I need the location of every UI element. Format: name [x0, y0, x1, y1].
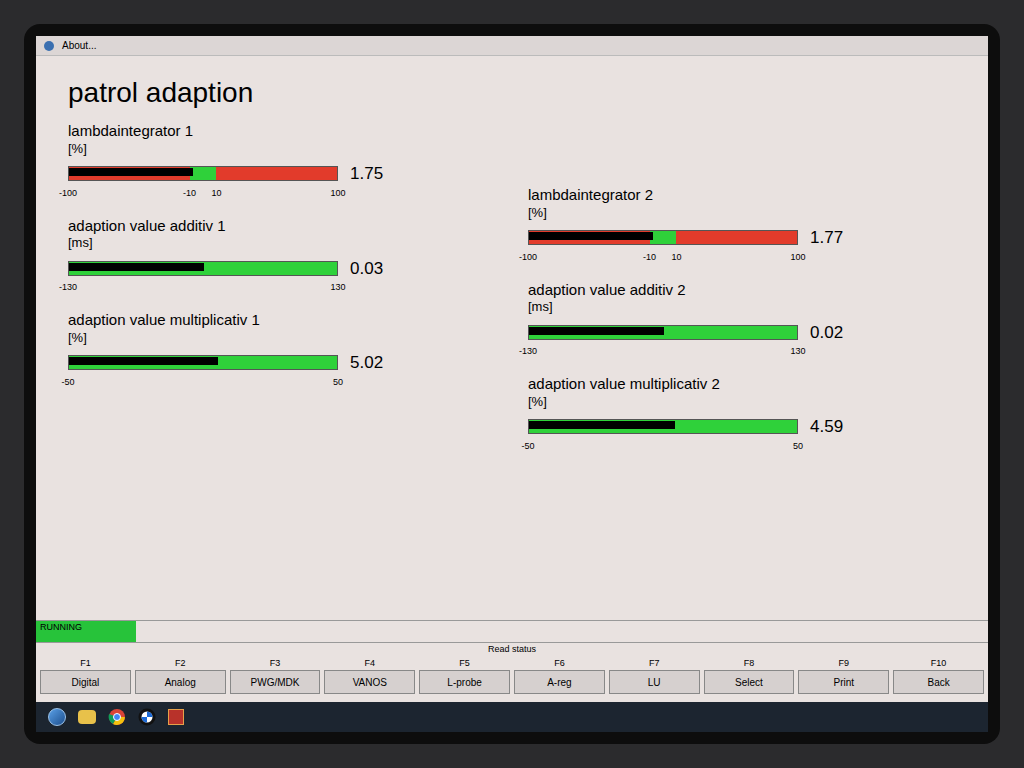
gauge-label: adaption value multiplicativ 1 — [68, 311, 496, 330]
group-label: Read status — [419, 643, 605, 657]
function-key-number: F7 — [649, 657, 660, 671]
gauge-tick: 100 — [330, 187, 345, 201]
gauge-zone — [650, 231, 677, 244]
status-running: RUNNING — [36, 621, 136, 642]
gauge-value: 0.02 — [810, 320, 843, 346]
gauge-fill — [529, 327, 664, 335]
function-key-button[interactable]: Back — [893, 670, 984, 694]
gauge-unit: [%] — [528, 205, 956, 221]
gauge: adaption value additiv 1[ms]0.03-130130 — [68, 217, 496, 296]
gauge-unit: [%] — [68, 330, 496, 346]
gauge-tick: 130 — [790, 345, 805, 359]
gauge-unit: [ms] — [68, 235, 496, 251]
gauge-fill — [529, 421, 675, 429]
gauge-tick: -130 — [519, 345, 537, 359]
gauge-bar — [68, 261, 338, 276]
gauge: adaption value multiplicativ 2[%]4.59-50… — [528, 375, 956, 454]
gauge-tick: 10 — [671, 251, 681, 265]
taskbar — [36, 702, 988, 732]
function-key-number: F9 — [839, 657, 850, 671]
function-key-button[interactable]: PWG/MDK — [230, 670, 321, 694]
page-title: patrol adaption — [68, 72, 956, 114]
function-key-number: F8 — [744, 657, 755, 671]
function-key-button[interactable]: Print — [798, 670, 889, 694]
gauge-bar — [528, 230, 798, 245]
gauge-fill — [69, 263, 204, 271]
app-taskbar-icon[interactable] — [168, 709, 184, 725]
function-key-button[interactable]: Analog — [135, 670, 226, 694]
folder-icon[interactable] — [78, 710, 96, 724]
gauge-zone — [676, 231, 797, 244]
gauge: adaption value multiplicativ 1[%]5.02-50… — [68, 311, 496, 390]
gauge-tick: 130 — [330, 281, 345, 295]
screen: About... patrol adaption lambdaintegrator … — [36, 36, 988, 732]
gauge-value: 0.03 — [350, 256, 383, 282]
start-icon[interactable] — [48, 708, 66, 726]
function-key-number: F3 — [270, 657, 281, 671]
gauge-tick: -50 — [521, 440, 534, 454]
gauge-label: adaption value additiv 2 — [528, 281, 956, 300]
about-menu[interactable]: About... — [62, 38, 96, 53]
gauge-value: 1.77 — [810, 225, 843, 251]
status-strip: RUNNING — [36, 620, 988, 642]
gauge-tick: -50 — [61, 376, 74, 390]
gauge: lambdaintegrator 2[%]1.77-100-1010100 — [528, 186, 956, 265]
gauge-bar — [528, 325, 798, 340]
gauge-fill — [69, 357, 218, 365]
main-area: patrol adaptionlambdaintegrator 1[%]1.75… — [36, 56, 988, 620]
gauge-zone — [190, 167, 217, 180]
gauge-label: lambdaintegrator 2 — [528, 186, 956, 205]
laptop-bezel: About... patrol adaption lambdaintegrator … — [24, 24, 1000, 744]
gauge: lambdaintegrator 1[%]1.75-100-1010100 — [68, 122, 496, 201]
gauge-fill — [69, 168, 193, 176]
gauge-bar — [68, 355, 338, 370]
gauge-tick: -100 — [519, 251, 537, 265]
app-icon — [44, 41, 54, 51]
function-key-number: F5 — [459, 657, 470, 671]
chrome-icon[interactable] — [108, 708, 126, 726]
function-key-number: F2 — [175, 657, 186, 671]
function-key-button[interactable]: A-reg — [514, 670, 605, 694]
function-key-button[interactable]: VANOS — [324, 670, 415, 694]
gauge-bar — [68, 166, 338, 181]
function-key-button[interactable]: Digital — [40, 670, 131, 694]
bmw-logo-icon[interactable] — [138, 708, 156, 726]
gauge-tick: 50 — [333, 376, 343, 390]
gauge-zone — [216, 167, 337, 180]
gauge-value: 1.75 — [350, 161, 383, 187]
gauge-value: 4.59 — [810, 414, 843, 440]
gauge-tick: -10 — [643, 251, 656, 265]
function-keys: Read status F1Digital F2Analog F3PWG/MDK F4V… — [36, 642, 988, 702]
gauge-column: lambdaintegrator 2[%]1.77-100-1010100ada… — [528, 122, 956, 454]
function-key-button[interactable]: Select — [704, 670, 795, 694]
gauge-bar — [528, 419, 798, 434]
gauge-unit: [%] — [528, 394, 956, 410]
gauge-label: lambdaintegrator 1 — [68, 122, 496, 141]
gauge-value: 5.02 — [350, 350, 383, 376]
title-bar: About... — [36, 36, 988, 56]
gauge-tick: -100 — [59, 187, 77, 201]
gauge-column: lambdaintegrator 1[%]1.75-100-1010100ada… — [68, 122, 496, 454]
gauge-unit: [ms] — [528, 299, 956, 315]
gauge-fill — [529, 232, 653, 240]
gauge-tick: 50 — [793, 440, 803, 454]
gauge-label: adaption value multiplicativ 2 — [528, 375, 956, 394]
gauge-unit: [%] — [68, 141, 496, 157]
function-key-number: F4 — [365, 657, 376, 671]
function-key-number: F10 — [931, 657, 947, 671]
gauge-tick: 10 — [211, 187, 221, 201]
scene: About... patrol adaption lambdaintegrator … — [0, 0, 1024, 768]
function-key-button[interactable]: LU — [609, 670, 700, 694]
gauge-tick: -10 — [183, 187, 196, 201]
gauge-tick: 100 — [790, 251, 805, 265]
gauge-tick: -130 — [59, 281, 77, 295]
gauge: adaption value additiv 2[ms]0.02-130130 — [528, 281, 956, 360]
function-key-number: F1 — [80, 657, 91, 671]
gauge-label: adaption value additiv 1 — [68, 217, 496, 236]
function-key-number: F6 — [554, 657, 565, 671]
function-key-button[interactable]: L-probe — [419, 670, 510, 694]
